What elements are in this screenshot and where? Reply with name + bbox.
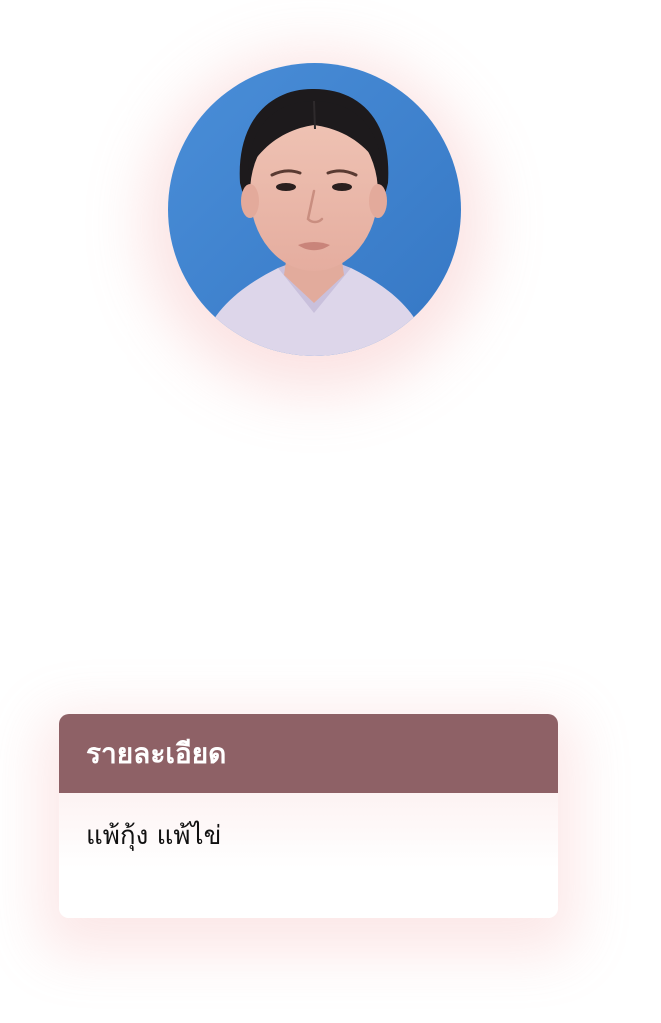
details-card-header: รายละเอียด <box>59 714 558 793</box>
details-card-body: แพ้กุ้ง แพ้ไข่ <box>59 793 558 918</box>
avatar <box>168 63 461 356</box>
details-card-title: รายละเอียด <box>86 736 227 770</box>
page: รายละเอียด แพ้กุ้ง แพ้ไข่ <box>0 0 661 1023</box>
avatar-photo <box>168 63 461 356</box>
details-card: รายละเอียด แพ้กุ้ง แพ้ไข่ <box>59 714 558 918</box>
details-card-text: แพ้กุ้ง แพ้ไข่ <box>86 821 222 851</box>
avatar-container <box>168 63 461 356</box>
